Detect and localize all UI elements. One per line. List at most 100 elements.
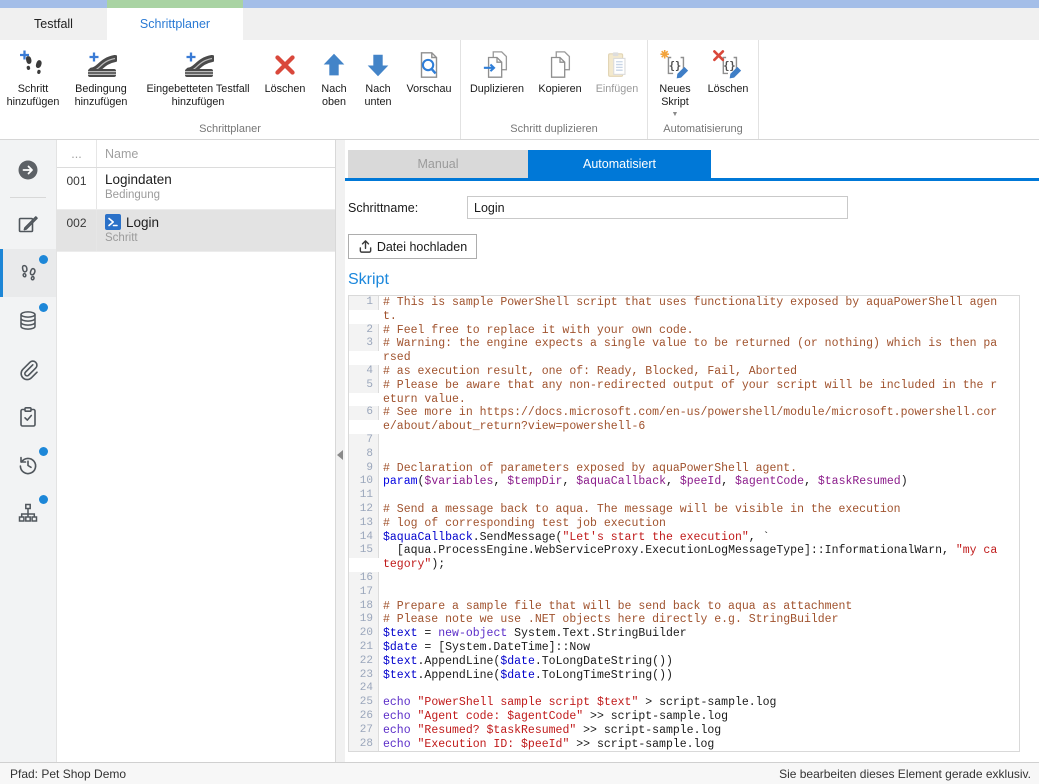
code-line[interactable]: 1# This is sample PowerShell script that… bbox=[349, 296, 1019, 324]
org-chart-icon bbox=[16, 501, 40, 525]
code-line[interactable]: 5# Please be aware that any non-redirect… bbox=[349, 379, 1019, 407]
detail-tabs: Manual Automatisiert bbox=[348, 150, 1039, 178]
column-header-menu[interactable]: ... bbox=[57, 140, 97, 167]
step-row-002[interactable]: 002 Login Schritt bbox=[57, 210, 335, 252]
code-line[interactable]: 18# Prepare a sample file that will be s… bbox=[349, 600, 1019, 614]
code-line[interactable]: 7 bbox=[349, 434, 1019, 448]
code-line[interactable]: 24 bbox=[349, 682, 1019, 696]
arrow-circle-right-icon bbox=[16, 158, 40, 182]
code-line[interactable]: 3# Warning: the engine expects a single … bbox=[349, 337, 1019, 365]
code-text: # Feel free to replace it with your own … bbox=[379, 324, 1003, 338]
script-editor[interactable]: 1# This is sample PowerShell script that… bbox=[348, 295, 1020, 752]
code-line[interactable]: 17 bbox=[349, 586, 1019, 600]
code-text bbox=[379, 448, 1003, 462]
tab-testfall[interactable]: Testfall bbox=[0, 8, 107, 40]
code-line[interactable]: 23$text.AppendLine($date.ToLongTimeStrin… bbox=[349, 669, 1019, 683]
hierarchy-badge bbox=[39, 495, 48, 504]
tab-manual[interactable]: Manual bbox=[348, 150, 528, 178]
code-line[interactable]: 19# Please note we use .NET objects here… bbox=[349, 613, 1019, 627]
delete-script-icon: {} bbox=[713, 47, 743, 83]
code-line[interactable]: 11 bbox=[349, 489, 1019, 503]
data-badge bbox=[39, 303, 48, 312]
delete-x-icon bbox=[270, 47, 300, 83]
code-line[interactable]: 16 bbox=[349, 572, 1019, 586]
ribbon-group-schrittplaner: Schritt hinzufügen Bedingung hinzufügen bbox=[0, 40, 461, 139]
upload-file-button[interactable]: Datei hochladen bbox=[348, 234, 477, 259]
move-down-button[interactable]: Nach unten bbox=[356, 45, 400, 109]
line-number: 27 bbox=[349, 724, 379, 738]
code-line[interactable]: 28echo "Execution ID: $peeId" >> script-… bbox=[349, 738, 1019, 752]
new-script-button[interactable]: {} Neues Skript ▼ bbox=[650, 45, 700, 118]
code-text bbox=[379, 434, 1003, 448]
code-line[interactable]: 26echo "Agent code: $agentCode" >> scrip… bbox=[349, 710, 1019, 724]
move-down-label: Nach unten bbox=[356, 83, 400, 109]
code-line[interactable]: 25echo "PowerShell sample script $text" … bbox=[349, 696, 1019, 710]
sidebar-item-hierarchy[interactable] bbox=[0, 489, 56, 537]
sidebar-item-attachments[interactable] bbox=[0, 345, 56, 393]
window-accent-strip bbox=[0, 0, 1039, 8]
line-number: 7 bbox=[349, 434, 379, 448]
add-step-button[interactable]: Schritt hinzufügen bbox=[2, 45, 64, 109]
status-bar: Pfad: Pet Shop Demo Sie bearbeiten diese… bbox=[0, 762, 1039, 784]
move-up-button[interactable]: Nach oben bbox=[312, 45, 356, 109]
code-text: echo "PowerShell sample script $text" > … bbox=[379, 696, 1003, 710]
code-line[interactable]: 13# log of corresponding test job execut… bbox=[349, 517, 1019, 531]
sidebar-item-tasks[interactable] bbox=[0, 393, 56, 441]
copy-button[interactable]: Kopieren bbox=[531, 45, 589, 96]
preview-button[interactable]: Vorschau bbox=[400, 45, 458, 96]
sidebar-item-history[interactable] bbox=[0, 441, 56, 489]
sidebar-item-data[interactable] bbox=[0, 297, 56, 345]
code-line[interactable]: 2# Feel free to replace it with your own… bbox=[349, 324, 1019, 338]
code-line[interactable]: 15 [aqua.ProcessEngine.WebServiceProxy.E… bbox=[349, 544, 1019, 572]
code-text: param($variables, $tempDir, $aquaCallbac… bbox=[379, 475, 1003, 489]
code-line[interactable]: 22$text.AppendLine($date.ToLongDateStrin… bbox=[349, 655, 1019, 669]
line-number: 26 bbox=[349, 710, 379, 724]
code-line[interactable]: 14$aquaCallback.SendMessage("Let's start… bbox=[349, 531, 1019, 545]
code-line[interactable]: 27echo "Resumed? $taskResumed" >> script… bbox=[349, 724, 1019, 738]
upload-icon bbox=[358, 239, 373, 254]
tab-schrittplaner[interactable]: Schrittplaner bbox=[107, 8, 243, 40]
sidebar-item-edit[interactable] bbox=[0, 201, 56, 249]
column-header-name: Name bbox=[97, 147, 138, 161]
code-text: $text.AppendLine($date.ToLongDateString(… bbox=[379, 655, 1003, 669]
code-text: echo "Resumed? $taskResumed" >> script-s… bbox=[379, 724, 1003, 738]
tab-automatisiert[interactable]: Automatisiert bbox=[528, 150, 711, 178]
sidebar-item-navigate[interactable] bbox=[0, 146, 56, 194]
code-line[interactable]: 9# Declaration of parameters exposed by … bbox=[349, 462, 1019, 476]
paste-label: Einfügen bbox=[596, 83, 639, 96]
code-line[interactable]: 4# as execution result, one of: Ready, B… bbox=[349, 365, 1019, 379]
code-text: # Send a message back to aqua. The messa… bbox=[379, 503, 1003, 517]
step-list-header: ... Name bbox=[57, 140, 335, 168]
add-step-label: Schritt hinzufügen bbox=[2, 83, 64, 109]
code-text: $text = new-object System.Text.StringBui… bbox=[379, 627, 1003, 641]
add-embedded-testcase-button[interactable]: Eingebetteten Testfall hinzufügen bbox=[138, 45, 258, 109]
add-condition-label: Bedingung hinzufügen bbox=[64, 83, 138, 109]
panel-splitter[interactable] bbox=[336, 140, 345, 762]
collapse-arrow-icon[interactable] bbox=[337, 450, 343, 460]
add-condition-button[interactable]: Bedingung hinzufügen bbox=[64, 45, 138, 109]
step-row-001[interactable]: 001 Logindaten Bedingung bbox=[57, 168, 335, 210]
code-line[interactable]: 8 bbox=[349, 448, 1019, 462]
line-number: 17 bbox=[349, 586, 379, 600]
code-text: # Please be aware that any non-redirecte… bbox=[379, 379, 1003, 407]
chevron-down-icon[interactable]: ▼ bbox=[672, 111, 679, 118]
code-text: # This is sample PowerShell script that … bbox=[379, 296, 1003, 324]
code-line[interactable]: 21$date = [System.DateTime]::Now bbox=[349, 641, 1019, 655]
code-line[interactable]: 20$text = new-object System.Text.StringB… bbox=[349, 627, 1019, 641]
ribbon-group-automatisierung: {} Neues Skript ▼ {} bbox=[648, 40, 759, 139]
code-text: # as execution result, one of: Ready, Bl… bbox=[379, 365, 1003, 379]
step-name-input[interactable] bbox=[467, 196, 848, 219]
sidebar bbox=[0, 140, 57, 762]
group-label-schritt-duplizieren: Schritt duplizieren bbox=[463, 123, 645, 139]
sidebar-item-steps[interactable] bbox=[0, 249, 56, 297]
delete-script-button[interactable]: {} Löschen bbox=[700, 45, 756, 96]
code-line[interactable]: 10param($variables, $tempDir, $aquaCallb… bbox=[349, 475, 1019, 489]
new-script-icon: {} bbox=[660, 47, 690, 83]
code-text: # Please note we use .NET objects here d… bbox=[379, 613, 1003, 627]
delete-step-button[interactable]: Löschen bbox=[258, 45, 312, 96]
code-line[interactable]: 12# Send a message back to aqua. The mes… bbox=[349, 503, 1019, 517]
svg-text:{}: {} bbox=[669, 60, 681, 72]
code-line[interactable]: 6# See more in https://docs.microsoft.co… bbox=[349, 406, 1019, 434]
code-text: # Declaration of parameters exposed by a… bbox=[379, 462, 1003, 476]
duplicate-button[interactable]: Duplizieren bbox=[463, 45, 531, 96]
